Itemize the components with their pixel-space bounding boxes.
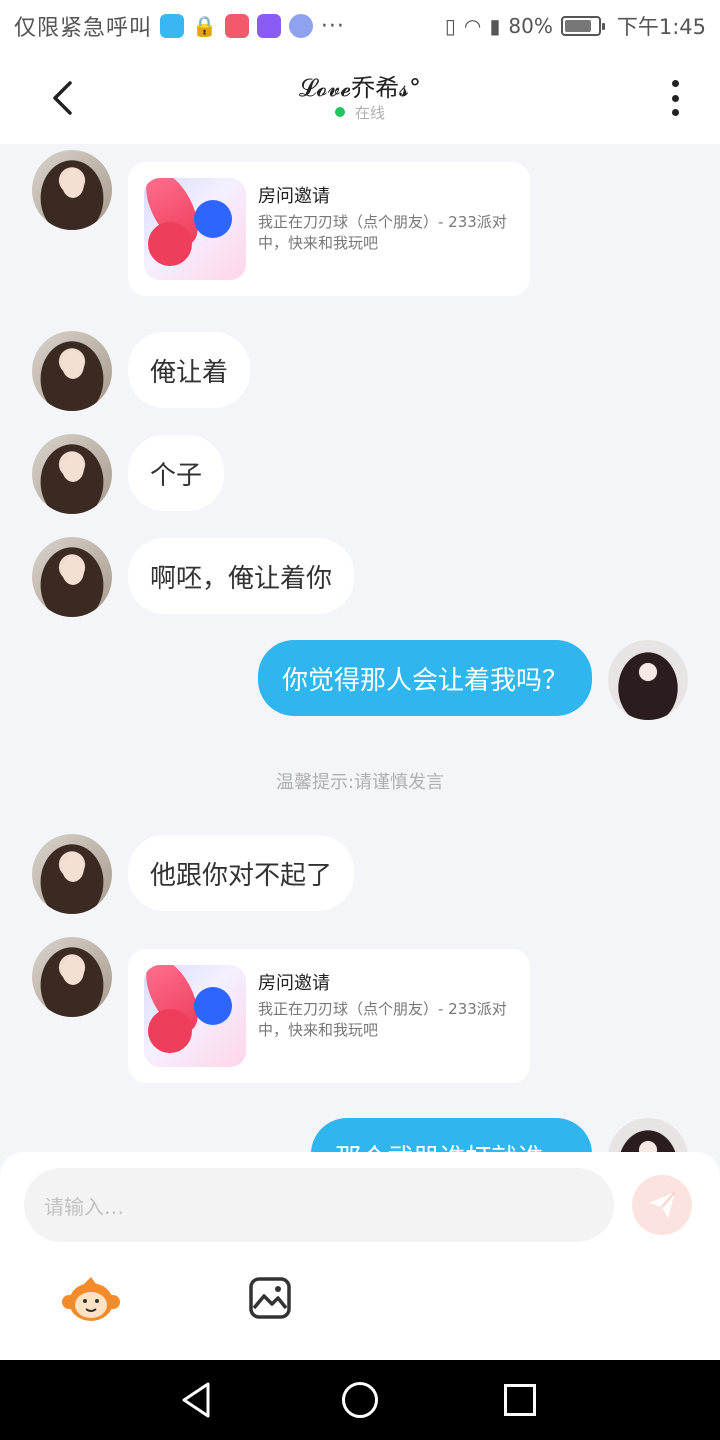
contact-avatar[interactable] [32, 331, 112, 411]
game-icon [144, 965, 246, 1067]
emoji-button[interactable] [62, 1274, 120, 1324]
my-avatar[interactable] [608, 1118, 688, 1154]
invite-description: 我正在刀刃球（点个朋友）- 233派对中，快来和我玩吧 [258, 1000, 507, 1039]
clock: 下午1:45 [616, 15, 706, 39]
more-vert-icon [671, 80, 679, 87]
chat-header: 𝓛𝓸𝓿𝓮乔希𝓼° 在线 [0, 52, 720, 144]
message-bubble-in[interactable]: 啊呸，俺让着你 [128, 538, 355, 614]
app-notification-icon [224, 14, 249, 38]
composer: 请输入… [0, 1152, 720, 1360]
wifi-icon: ◠ [463, 14, 482, 38]
status-bar: 仅限紧急呼叫 🔒 ··· ▯ ◠ ▮ 80% 下午1:45 [0, 0, 720, 52]
message-bubble-in[interactable]: 俺让着 [128, 332, 251, 408]
contact-avatar[interactable] [32, 834, 112, 914]
music-notification-icon [288, 14, 313, 38]
room-invite-card[interactable]: 房问邀请 我正在刀刃球（点个朋友）- 233派对中，快来和我玩吧 [128, 162, 530, 296]
image-button[interactable] [248, 1276, 292, 1320]
online-status: 在线 [0, 102, 720, 123]
lock-icon: 🔒 [192, 14, 217, 38]
more-options-button[interactable] [660, 78, 690, 118]
signal-icon: ▮ [489, 14, 501, 38]
message-bubble-in[interactable]: 个子 [128, 435, 225, 511]
vibrate-icon: ▯ [444, 14, 456, 38]
battery-percent: 80% [508, 14, 553, 38]
message-list[interactable]: 房问邀请 我正在刀刃球（点个朋友）- 233派对中，快来和我玩吧 俺让着 个子 … [0, 144, 720, 1154]
nav-recent-icon[interactable] [504, 1384, 536, 1416]
invite-description: 我正在刀刃球（点个朋友）- 233派对中，快来和我玩吧 [258, 213, 507, 252]
nav-back-icon[interactable] [178, 1380, 212, 1420]
carrier-text: 仅限紧急呼叫 [14, 16, 153, 41]
more-notifications-icon: ··· [320, 13, 345, 39]
contact-avatar[interactable] [32, 150, 112, 230]
message-bubble-out[interactable]: 你觉得那人会让着我吗？ [257, 640, 592, 716]
contact-name: 𝓛𝓸𝓿𝓮乔希𝓼° [299, 74, 421, 102]
game-icon [144, 178, 246, 280]
room-invite-card[interactable]: 房问邀请 我正在刀刃球（点个朋友）- 233派对中，快来和我玩吧 [128, 949, 530, 1083]
contact-avatar[interactable] [32, 434, 112, 514]
battery-icon [560, 16, 605, 36]
online-dot [334, 107, 345, 117]
contact-avatar[interactable] [32, 937, 112, 1017]
contact-avatar[interactable] [32, 537, 112, 617]
message-input[interactable]: 请输入… [24, 1168, 614, 1242]
invite-title: 房问邀请 [258, 186, 330, 207]
message-bubble-in[interactable]: 他跟你对不起了 [128, 835, 355, 911]
nav-home-icon[interactable] [342, 1382, 378, 1418]
message-bubble-out[interactable]: 那个武器谁打就谁... [311, 1118, 592, 1154]
online-label: 在线 [354, 104, 385, 122]
send-button[interactable] [632, 1175, 692, 1235]
emoji-monkey-icon [62, 1277, 120, 1321]
app-notification-icon [160, 14, 185, 38]
image-icon [249, 1277, 291, 1319]
app-notification-icon [256, 14, 281, 38]
send-icon [649, 1191, 676, 1218]
navigation-bar [0, 1360, 720, 1440]
system-tip: 温馨提示:请谨慎发言 [275, 772, 445, 793]
my-avatar[interactable] [608, 640, 688, 720]
invite-title: 房问邀请 [258, 973, 330, 994]
